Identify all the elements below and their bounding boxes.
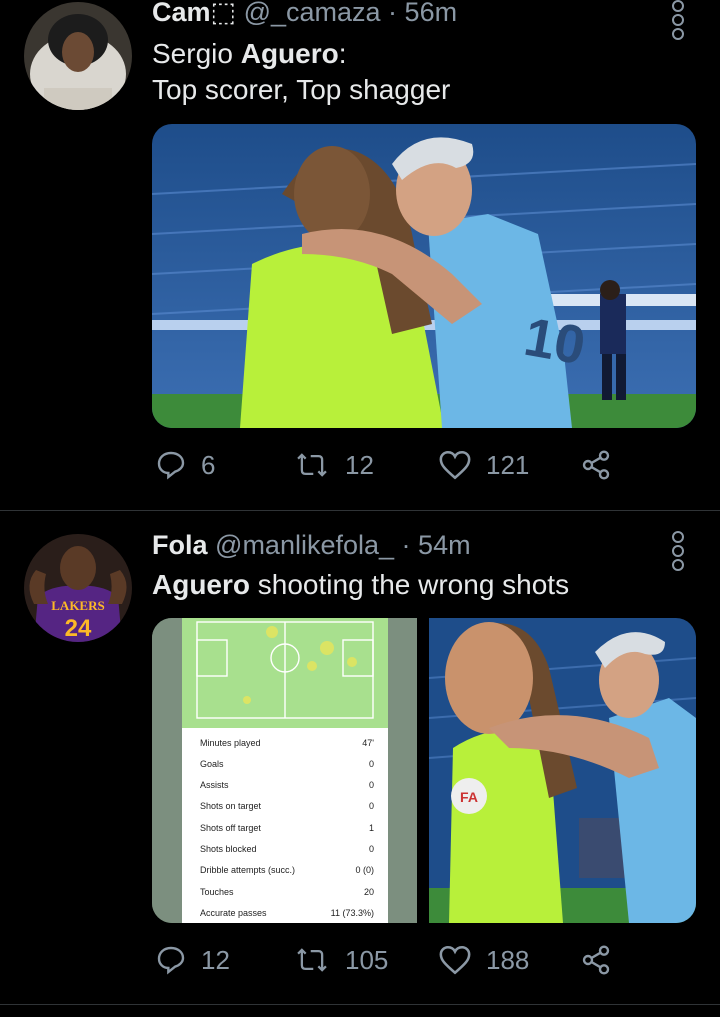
- tweet-image[interactable]: 10: [152, 124, 696, 428]
- reply-button[interactable]: 6: [155, 449, 215, 481]
- share-button[interactable]: [580, 449, 626, 481]
- text-after-bold: :: [338, 38, 347, 69]
- text-bold: Aguero: [240, 38, 339, 69]
- avatar[interactable]: LAKERS 24: [24, 534, 132, 642]
- stats-row: Touches 20: [200, 881, 374, 902]
- stats-label: Shots blocked: [200, 844, 257, 854]
- stats-label: Assists: [200, 780, 229, 791]
- text-bold: Aguero: [152, 569, 250, 600]
- like-button[interactable]: 121: [438, 449, 529, 481]
- stats-value: 0: [368, 801, 374, 812]
- svg-text:LAKERS: LAKERS: [51, 598, 104, 613]
- stats-row: Shots off target 1: [200, 817, 374, 838]
- tweet-text: Aguero shooting the wrong shots: [152, 567, 569, 603]
- more-icon[interactable]: [672, 0, 686, 42]
- separator: ·: [388, 0, 405, 27]
- retweet-icon: [297, 948, 327, 972]
- svg-text:24: 24: [65, 615, 92, 642]
- stats-row: Dribble attempts (succ.) 0 (0): [200, 860, 374, 881]
- tweet-image-photo[interactable]: FA: [429, 618, 696, 923]
- retweet-icon: [297, 453, 327, 477]
- stats-label: Goals: [200, 758, 224, 769]
- stats-row: Shots on target 0: [200, 796, 374, 817]
- display-name[interactable]: Cam⬚: [152, 0, 236, 27]
- stats-table: Minutes played 47' Goals 0 Assists 0 Shots on …: [182, 728, 388, 923]
- svg-text:FA: FA: [460, 789, 478, 805]
- stats-row: Shots blocked 0: [200, 839, 374, 860]
- stats-value: 0: [368, 758, 374, 769]
- reply-count: 12: [201, 944, 230, 975]
- stats-value: 0: [368, 844, 374, 854]
- more-icon[interactable]: [672, 531, 686, 573]
- tweet-2[interactable]: LAKERS 24 Fola @manlikefola_ · 54m Aguer…: [0, 510, 720, 1005]
- svg-text:10: 10: [520, 307, 590, 377]
- tweet-actions: 6 12 121: [155, 449, 625, 489]
- timestamp[interactable]: 54m: [418, 530, 471, 560]
- stats-row: Minutes played 47': [200, 732, 374, 753]
- stats-label: Dribble attempts (succ.): [200, 865, 296, 876]
- stats-label: Shots off target: [200, 822, 261, 833]
- display-name[interactable]: Fola: [152, 530, 208, 560]
- tweet-1[interactable]: Cam⬚ @_camaza · 56m Sergio Aguero: Top s…: [0, 0, 720, 510]
- tweet-text: Sergio Aguero: Top scorer, Top shagger: [152, 36, 450, 108]
- handle[interactable]: @_camaza: [244, 0, 381, 27]
- like-icon: [439, 945, 471, 975]
- share-icon: [582, 945, 610, 975]
- stats-value: 0: [368, 780, 374, 791]
- stats-value: 1: [368, 822, 374, 833]
- reply-count: 6: [201, 449, 216, 480]
- avatar[interactable]: [24, 2, 132, 110]
- stats-value: 0 (0): [355, 865, 374, 876]
- timestamp[interactable]: 56m: [405, 0, 458, 27]
- stats-value: 20: [363, 886, 374, 897]
- tweet-header: Cam⬚ @_camaza · 56m: [152, 0, 457, 28]
- like-count: 188: [486, 944, 530, 975]
- text-line1-pre: Sergio: [152, 38, 241, 69]
- text-rest: shooting the wrong shots: [250, 569, 570, 600]
- retweet-button[interactable]: 105: [293, 944, 388, 976]
- stats-label: Touches: [200, 886, 234, 897]
- divider: [0, 1004, 720, 1005]
- stats-label: Accurate passes: [200, 907, 267, 918]
- share-button[interactable]: [580, 944, 626, 976]
- retweet-count: 12: [345, 449, 374, 480]
- like-icon: [439, 450, 471, 480]
- stats-value: 47': [362, 737, 374, 748]
- handle[interactable]: @manlikefola_: [215, 530, 394, 560]
- stats-row: Goals 0: [200, 753, 374, 774]
- retweet-button[interactable]: 12: [293, 449, 374, 481]
- stats-row: Accurate passes 11 (73.3%): [200, 902, 374, 923]
- tweet-image-stats[interactable]: Minutes played 47' Goals 0 Assists 0 Shots on …: [152, 618, 417, 923]
- like-button[interactable]: 188: [438, 944, 529, 976]
- tweet-header: Fola @manlikefola_ · 54m: [152, 530, 471, 561]
- retweet-count: 105: [345, 944, 389, 975]
- like-count: 121: [486, 449, 530, 480]
- tweet-actions: 12 105 188: [155, 944, 625, 984]
- stats-row: Assists 0: [200, 775, 374, 796]
- reply-icon: [157, 451, 185, 480]
- reply-button[interactable]: 12: [155, 944, 230, 976]
- stats-value: 11 (73.3%): [330, 907, 374, 918]
- stats-label: Shots on target: [200, 801, 262, 812]
- share-icon: [582, 450, 610, 480]
- reply-icon: [157, 946, 185, 975]
- separator: ·: [401, 530, 419, 560]
- stats-label: Minutes played: [200, 737, 261, 748]
- text-line2: Top scorer, Top shagger: [152, 74, 451, 105]
